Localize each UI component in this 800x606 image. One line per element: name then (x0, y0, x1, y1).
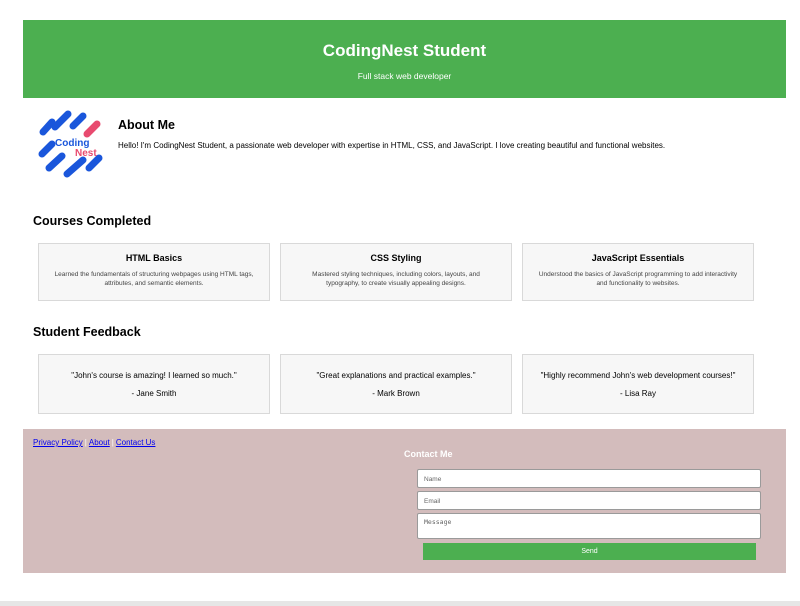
page: CodingNest Student Full stack web develo… (23, 20, 786, 573)
feedback-quote: "John's course is amazing! I learned so … (71, 371, 237, 380)
feedback-heading: Student Feedback (33, 325, 141, 339)
footer: Privacy Policy | About | Contact Us Contact … (23, 429, 786, 573)
course-description: Mastered styling techniques, including c… (312, 271, 480, 287)
contact-heading: Contact Me (404, 449, 453, 459)
header: CodingNest Student Full stack web develo… (23, 20, 786, 98)
logo-text-bottom: Nest (75, 148, 97, 159)
about-text: Hello! I'm CodingNest Student, a passion… (118, 141, 666, 150)
link-separator: | (111, 438, 114, 447)
course-description: Learned the fundamentals of structuring … (54, 271, 254, 287)
feedback-author: - Mark Brown (372, 389, 420, 398)
feedback-author: - Jane Smith (131, 389, 177, 398)
about-section: Coding Nest About Me Hello! I'm CodingNe… (23, 98, 786, 198)
feedback-author: - Lisa Ray (619, 389, 656, 398)
horizontal-scrollbar[interactable] (0, 601, 800, 606)
course-title: CSS Styling (370, 253, 422, 263)
feedback-card: "Highly recommend John's web development… (522, 354, 754, 414)
feedback-quote: "Highly recommend John's web development… (540, 371, 736, 380)
about-heading: About Me (118, 118, 175, 132)
contact-us-link[interactable]: Contact Us (116, 438, 156, 447)
send-button[interactable]: Send (423, 543, 756, 560)
course-card-javascript: JavaScript Essentials Understood the bas… (522, 243, 754, 301)
course-description: Understood the basics of JavaScript prog… (538, 271, 738, 287)
course-card-css: CSS Styling Mastered styling techniques,… (280, 243, 512, 301)
site-subtitle: Full stack web developer (357, 71, 452, 81)
course-title: HTML Basics (125, 253, 183, 263)
feedback-card: "Great explanations and practical exampl… (280, 354, 512, 414)
footer-links: Privacy Policy | About | Contact Us (33, 438, 155, 448)
course-title: JavaScript Essentials (591, 253, 685, 263)
course-card-html: HTML Basics Learned the fundamentals of … (38, 243, 270, 301)
link-separator: | (84, 438, 87, 447)
privacy-policy-link[interactable]: Privacy Policy (33, 438, 83, 447)
site-title: CodingNest Student (322, 41, 487, 60)
email-field[interactable]: Email (417, 491, 761, 510)
courses-heading: Courses Completed (33, 214, 152, 228)
courses-list: HTML Basics Learned the fundamentals of … (38, 243, 754, 301)
feedback-card: "John's course is amazing! I learned so … (38, 354, 270, 414)
feedback-list: "John's course is amazing! I learned so … (38, 354, 754, 414)
codingnest-logo: Coding Nest (38, 110, 103, 178)
name-field[interactable]: Name (417, 469, 761, 488)
feedback-quote: "Great explanations and practical exampl… (316, 371, 476, 380)
about-link[interactable]: About (89, 438, 110, 447)
message-textarea[interactable]: Message (417, 513, 761, 539)
